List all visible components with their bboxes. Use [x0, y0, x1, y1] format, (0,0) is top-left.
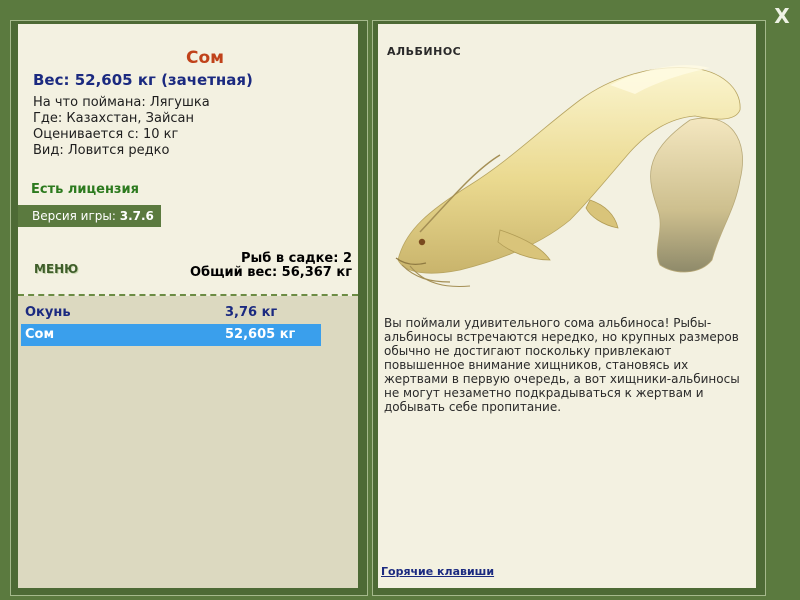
game-version: Версия игры: 3.7.6: [18, 205, 161, 227]
list-item[interactable]: Окунь 3,76 кг: [21, 302, 321, 324]
close-icon[interactable]: X: [774, 4, 789, 28]
location-info: Где: Казахстан, Зайсан: [33, 111, 195, 126]
details-title: АЛЬБИНОС: [387, 45, 462, 58]
hotkeys-link[interactable]: Горячие клавиши: [381, 565, 494, 578]
cage-total-weight: Общий вес: 56,367 кг: [189, 265, 352, 280]
fish-description: Вы поймали удивительного сома альбиноса!…: [384, 316, 740, 414]
version-value: 3.7.6: [119, 209, 154, 223]
bait-info: На что поймана: Лягушка: [33, 95, 210, 110]
valued-from-info: Оценивается с: 10 кг: [33, 127, 179, 142]
list-item-name: Сом: [25, 327, 55, 342]
list-item-selected[interactable]: Сом 52,605 кг: [21, 324, 321, 346]
kind-info: Вид: Ловится редко: [33, 143, 170, 158]
albino-catfish-image: [395, 65, 743, 287]
cage-fish-count: Рыб в садке: 2: [240, 251, 352, 266]
license-status: Есть лицензия: [31, 182, 139, 197]
fish-title: Сом: [185, 48, 225, 68]
version-label: Версия игры:: [32, 209, 116, 223]
close-button[interactable]: X: [770, 4, 794, 28]
panel-divider: [18, 294, 358, 296]
list-item-weight: 52,605 кг: [225, 327, 296, 342]
fish-weight: Вес: 52,605 кг (зачетная): [33, 71, 253, 89]
list-item-name: Окунь: [25, 305, 71, 320]
menu-button[interactable]: МЕНЮ: [34, 262, 78, 276]
list-item-weight: 3,76 кг: [225, 305, 278, 320]
